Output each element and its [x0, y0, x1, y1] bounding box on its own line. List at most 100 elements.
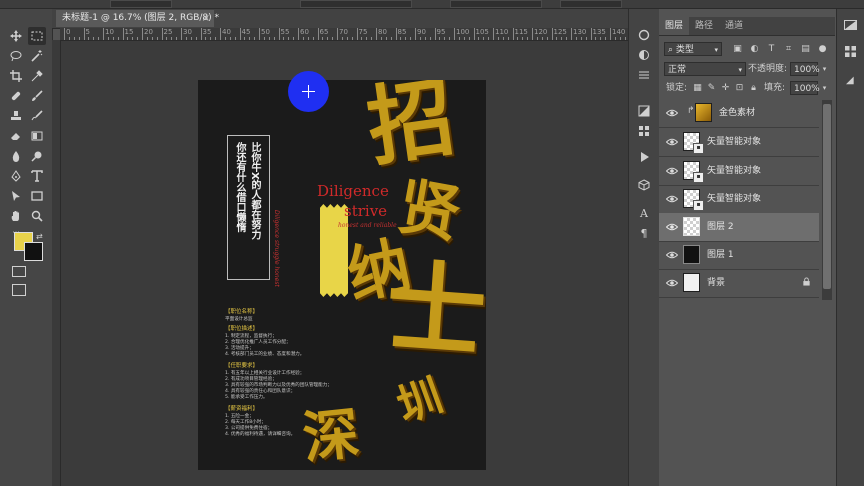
layer-name[interactable]: 图层 1 [707, 248, 734, 262]
eye-icon[interactable] [666, 249, 678, 261]
adjustments-icon[interactable] [636, 103, 652, 119]
filter-pixel-icon[interactable]: ▣ [732, 43, 743, 55]
lock-all-icon[interactable]: 🔒︎ [748, 82, 759, 94]
close-tab-icon[interactable]: × [202, 10, 210, 27]
eye-icon[interactable] [666, 136, 678, 148]
layer-thumbnail [695, 103, 712, 122]
options-field[interactable] [110, 0, 172, 8]
options-field[interactable] [560, 0, 622, 8]
pen-icon[interactable] [7, 167, 25, 185]
chevron-down-icon[interactable]: ▾ [819, 82, 830, 94]
search-icon: ⌕ [668, 45, 676, 55]
type-icon[interactable] [28, 167, 46, 185]
eye-icon[interactable] [666, 165, 678, 177]
play-icon[interactable] [636, 149, 652, 165]
filter-type-icon[interactable]: T [766, 43, 777, 55]
zoom-icon[interactable] [28, 207, 46, 225]
paragraph-icon[interactable]: ¶ [636, 225, 652, 241]
filter-smart-object-icon[interactable]: ▤ [800, 43, 811, 55]
ruler-subtick [575, 37, 577, 40]
ruler-number: 65 [319, 28, 329, 36]
background-color-swatch[interactable] [24, 242, 43, 261]
ruler-subtick [351, 37, 353, 40]
lock-position-icon[interactable]: ✛ [720, 82, 731, 94]
opacity-input[interactable]: 100% [790, 62, 820, 76]
layer-row[interactable]: ↱ 金色素材 [659, 99, 819, 128]
crop-icon[interactable] [7, 67, 25, 85]
tab-channels[interactable]: 通道 [719, 17, 749, 35]
swap-colors-icon[interactable]: ⇄ [36, 232, 43, 241]
gradient-icon[interactable] [28, 127, 46, 145]
ruler-subtick [527, 37, 529, 40]
tab-layers[interactable]: 图层 [659, 17, 690, 35]
layer-row[interactable]: ▪ 矢量智能对象 [659, 185, 819, 214]
layer-name[interactable]: 矢量智能对象 [707, 192, 761, 206]
layer-row[interactable]: 背景 [659, 269, 819, 298]
color-panel-icon[interactable] [844, 20, 857, 30]
tab-paths[interactable]: 路径 [689, 17, 719, 35]
filter-shape-icon[interactable]: ⌗ [783, 43, 794, 55]
ruler-subtick [502, 37, 504, 40]
ruler-tick [64, 28, 65, 40]
lasso-icon[interactable] [7, 47, 25, 65]
document-tab[interactable]: 未标题-1 @ 16.7% (图层 2, RGB/8) * × [56, 10, 219, 27]
lock-image-icon[interactable]: ✎ [706, 82, 717, 94]
layers-scrollbar-thumb[interactable] [823, 104, 831, 289]
stamp-icon[interactable] [7, 107, 25, 125]
eye-icon[interactable] [666, 107, 678, 119]
eye-icon[interactable] [666, 193, 678, 205]
ruler-number: 75 [358, 28, 368, 36]
ruler-tick [142, 28, 143, 40]
swatches-icon[interactable] [636, 123, 652, 139]
healing-icon[interactable] [7, 87, 25, 105]
eye-icon[interactable] [666, 221, 678, 233]
rectangle-icon[interactable] [28, 187, 46, 205]
filter-toggle-icon[interactable]: ● [817, 43, 828, 55]
eye-icon[interactable] [666, 277, 678, 289]
magic-wand-icon[interactable] [28, 47, 46, 65]
layer-row-selected[interactable]: 图层 2 [659, 213, 819, 242]
options-field[interactable] [450, 0, 542, 8]
move-icon[interactable] [7, 27, 25, 45]
layer-name[interactable]: 图层 2 [707, 220, 734, 234]
libraries-icon[interactable] [844, 45, 857, 58]
fill-input[interactable]: 100% [790, 81, 820, 95]
cube-icon[interactable] [636, 177, 652, 193]
layer-name[interactable]: 金色素材 [719, 106, 755, 120]
eraser-icon[interactable] [7, 127, 25, 145]
chevron-down-icon[interactable]: ▾ [819, 63, 830, 75]
layer-row[interactable]: 图层 1 [659, 241, 819, 270]
dodge-icon[interactable] [28, 147, 46, 165]
eyedropper-icon[interactable] [28, 67, 46, 85]
screen-mode-icon[interactable] [12, 284, 26, 296]
quick-mask-icon[interactable] [12, 266, 26, 277]
layer-row[interactable]: ▪ 矢量智能对象 [659, 128, 819, 157]
marquee-icon[interactable] [28, 27, 46, 45]
text-icon[interactable]: A [636, 205, 652, 221]
ruler-subtick [249, 37, 251, 40]
layer-row[interactable]: ▪ 矢量智能对象 [659, 157, 819, 186]
learn-icon[interactable] [636, 47, 652, 63]
ruler-tick [571, 28, 572, 40]
ruler-number: 50 [261, 28, 270, 36]
layer-filter-select[interactable]: ⌕ 类型 ▾ [664, 42, 722, 56]
options-field[interactable] [300, 0, 412, 8]
path-select-icon[interactable] [7, 187, 25, 205]
blend-mode-select[interactable]: 正常 ▾ [664, 62, 746, 76]
layer-name[interactable]: 矢量智能对象 [707, 135, 761, 149]
lock-artboard-icon[interactable]: ⊡ [734, 82, 745, 94]
lock-transparent-icon[interactable]: ▦ [692, 82, 703, 94]
blur-icon[interactable] [7, 147, 25, 165]
document-tab-title: 未标题-1 @ 16.7% (图层 2, RGB/8) * [62, 13, 219, 23]
ruler-subtick [429, 37, 431, 40]
layer-name[interactable]: 矢量智能对象 [707, 164, 761, 178]
filter-adjustment-icon[interactable]: ◐ [749, 43, 760, 55]
layer-name[interactable]: 背景 [707, 276, 725, 290]
ruler-subtick [127, 37, 129, 40]
brush-icon[interactable] [28, 87, 46, 105]
properties-icon[interactable] [636, 67, 652, 83]
history-brush-icon[interactable] [28, 107, 46, 125]
creative-cloud-icon[interactable] [636, 27, 652, 43]
adjust-icon[interactable]: ◢ [846, 75, 854, 86]
poster-document[interactable]: 比你牛X的人都在努力 你还有什么借口懒惰 Diligence struggle … [198, 80, 486, 470]
